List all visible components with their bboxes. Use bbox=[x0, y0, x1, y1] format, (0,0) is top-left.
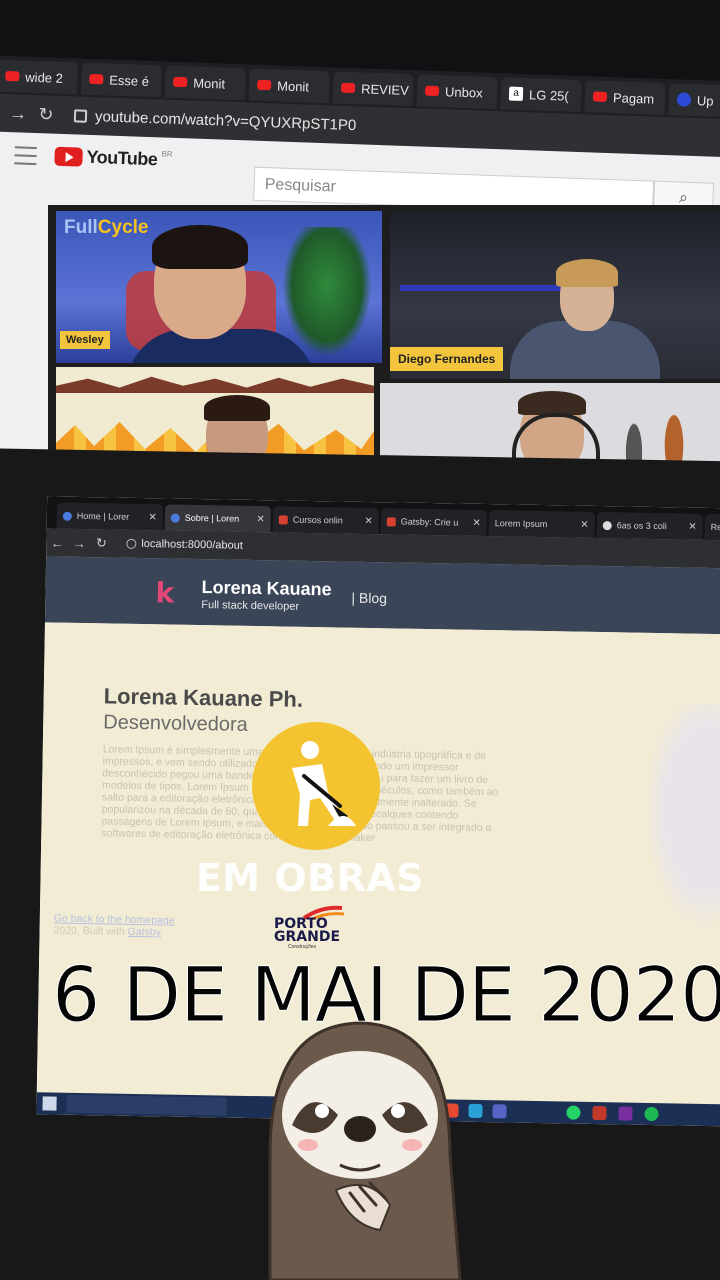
camera-tile-diego: Diego Fernandes bbox=[390, 211, 720, 379]
info-icon bbox=[126, 538, 137, 549]
person-hair bbox=[518, 391, 586, 415]
whatsapp-icon[interactable] bbox=[566, 1105, 581, 1120]
construction-worker-icon bbox=[252, 722, 380, 850]
back-arrow-icon[interactable]: ← bbox=[46, 535, 68, 550]
monitor-tab[interactable]: Unbox bbox=[416, 74, 498, 110]
amazon-icon: a bbox=[508, 86, 524, 102]
udemy-icon bbox=[278, 514, 288, 525]
gatsby-link[interactable]: Gatsby bbox=[128, 926, 161, 939]
person-hair bbox=[556, 259, 618, 287]
nav-blog-link[interactable]: | Blog bbox=[351, 590, 387, 607]
fullcycle-logo: FullCycle bbox=[64, 217, 149, 238]
profile-photo bbox=[639, 702, 720, 935]
monitor-tab[interactable]: Monit bbox=[248, 68, 330, 104]
guitar bbox=[658, 393, 690, 463]
brand-name[interactable]: Lorena Kauane bbox=[201, 577, 331, 600]
menu-icon[interactable] bbox=[14, 145, 37, 165]
close-icon[interactable]: ✕ bbox=[148, 512, 157, 523]
participant-name-tag: Diego Fernandes bbox=[390, 347, 504, 371]
udemy-icon bbox=[386, 516, 396, 526]
em-obras-text: EM OBRAS bbox=[195, 856, 425, 900]
photo-scene: wide 2 Esse é Monit Monit REVIEV Unbox a… bbox=[0, 0, 720, 1280]
youtube-icon bbox=[257, 79, 272, 91]
reload-icon[interactable]: ↻ bbox=[32, 103, 61, 125]
footer: 2020, Built with Gatsby bbox=[53, 924, 162, 939]
youtube-icon bbox=[592, 91, 608, 102]
monitor-tab[interactable]: wide 2 bbox=[0, 59, 78, 95]
laptop-tab[interactable]: Home | Lorer ✕ bbox=[56, 502, 164, 531]
laptop-tab[interactable]: Cursos onlin ✕ bbox=[272, 506, 380, 535]
forward-arrow-icon[interactable]: → bbox=[4, 102, 33, 124]
app-icon[interactable] bbox=[618, 1106, 633, 1121]
laptop-tab[interactable]: 6as os 3 coli ✕ bbox=[596, 511, 703, 540]
roof bbox=[56, 376, 374, 393]
laptop-tab[interactable]: Gatsby: Crie u ✕ bbox=[380, 508, 487, 537]
monitor-tab[interactable]: REVIEV bbox=[332, 71, 414, 107]
monitor-tab[interactable]: Up bbox=[668, 83, 720, 118]
globe-icon bbox=[62, 511, 72, 521]
author-name: Lorena Kauane Ph. bbox=[103, 683, 304, 712]
plant bbox=[282, 227, 372, 357]
globe-icon bbox=[170, 513, 180, 523]
forward-arrow-icon[interactable]: → bbox=[68, 535, 90, 550]
video-call-grid: FullCycle Wesley Diego Fernandes bbox=[48, 205, 720, 485]
author-role: Desenvolvedora bbox=[103, 711, 248, 736]
youtube-header: YouTube BR bbox=[14, 144, 173, 170]
globe-icon bbox=[676, 92, 692, 107]
monitor-tab[interactable]: a LG 25( bbox=[500, 77, 582, 113]
windows-start-icon[interactable] bbox=[42, 1096, 57, 1111]
globe-icon bbox=[602, 520, 612, 530]
camera-tile-wesley: FullCycle Wesley bbox=[56, 211, 382, 363]
person-hair bbox=[152, 225, 248, 269]
youtube-icon bbox=[89, 73, 104, 85]
person-hair bbox=[204, 395, 270, 421]
close-icon[interactable]: ✕ bbox=[688, 521, 697, 532]
youtube-icon bbox=[424, 85, 440, 97]
sloth-sticker bbox=[240, 1015, 480, 1280]
monitor-tab[interactable]: Pagam bbox=[584, 80, 666, 115]
close-icon[interactable]: ✕ bbox=[472, 517, 481, 528]
youtube-icon bbox=[5, 70, 20, 82]
taskbar-search[interactable] bbox=[66, 1094, 227, 1116]
youtube-icon bbox=[340, 82, 356, 94]
participant-name-tag: Wesley bbox=[60, 331, 110, 349]
laptop-tab-active[interactable]: Sobre | Loren ✕ bbox=[164, 504, 272, 533]
close-icon[interactable]: ✕ bbox=[580, 519, 589, 530]
monitor-tab[interactable]: Monit bbox=[164, 65, 246, 101]
youtube-icon bbox=[173, 76, 188, 88]
blog-header: k Lorena Kauane Full stack developer | B… bbox=[44, 556, 720, 635]
laptop-tab[interactable]: Lorem Ipsum ✕ bbox=[488, 510, 595, 538]
app-icon[interactable] bbox=[592, 1105, 607, 1121]
brand-subtitle: Full stack developer bbox=[201, 599, 300, 613]
spotify-icon[interactable] bbox=[644, 1106, 659, 1122]
youtube-logo[interactable]: YouTube BR bbox=[54, 146, 173, 171]
reload-icon[interactable]: ↻ bbox=[90, 535, 112, 551]
lock-icon bbox=[73, 108, 88, 123]
close-icon[interactable]: ✕ bbox=[256, 514, 265, 525]
monitor-tab[interactable]: Esse é bbox=[80, 62, 162, 98]
monitor-url-field[interactable]: youtube.com/watch?v=QYUXRpST1P0 bbox=[73, 107, 357, 134]
laptop-tab[interactable]: Re bbox=[704, 513, 720, 541]
blog-logo[interactable]: k bbox=[155, 576, 174, 609]
laptop-url-field[interactable]: localhost:8000/about bbox=[126, 538, 243, 552]
youtube-play-icon bbox=[54, 146, 83, 167]
close-icon[interactable]: ✕ bbox=[364, 515, 373, 526]
porto-grande-logo: PORTO GRANDE Construções bbox=[272, 905, 348, 952]
app-icon[interactable] bbox=[492, 1104, 507, 1119]
